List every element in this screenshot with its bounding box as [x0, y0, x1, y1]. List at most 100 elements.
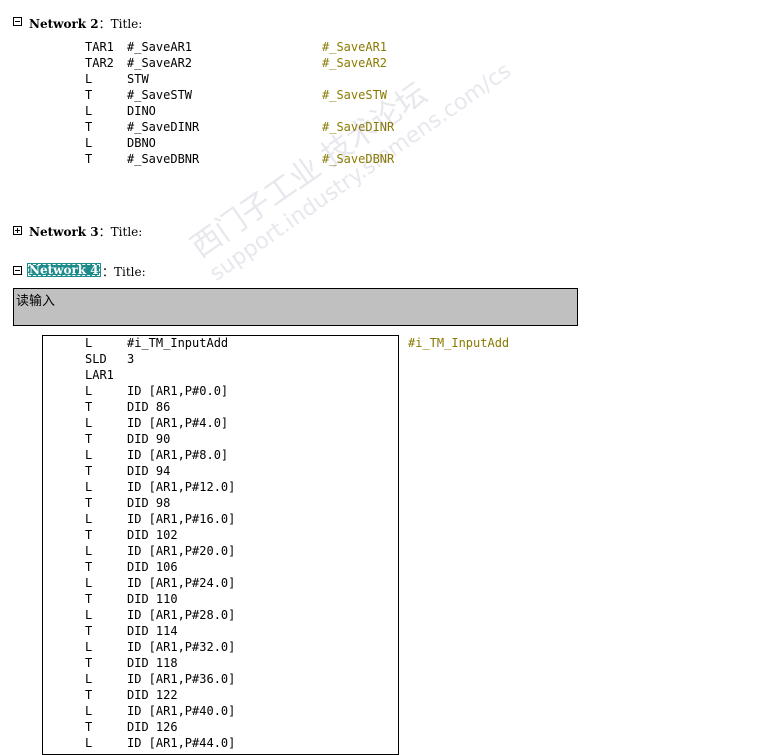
stl-operator: T: [85, 624, 93, 638]
stl-line[interactable]: L ID [AR1,P#40.0]: [0, 703, 775, 719]
stl-line[interactable]: T DID 110: [0, 591, 775, 607]
stl-symbol-comment: #_SaveAR1: [322, 40, 388, 54]
stl-line[interactable]: TAR1 #_SaveAR1 #_SaveAR1: [0, 39, 775, 55]
network-3-label: Network 3: [29, 225, 99, 239]
stl-line[interactable]: T DID 106: [0, 559, 775, 575]
stl-line[interactable]: L ID [AR1,P#24.0]: [0, 575, 775, 591]
stl-operator: T: [85, 464, 93, 478]
stl-operand: #i_TM_InputAdd: [127, 336, 229, 350]
stl-operator: L: [85, 640, 93, 654]
stl-operator: L: [85, 608, 93, 622]
stl-line[interactable]: T #_SaveDBNR #_SaveDBNR: [0, 151, 775, 167]
network-2-label: Network 2: [29, 17, 99, 31]
stl-operand: #_SaveAR2: [127, 56, 193, 70]
stl-operand: DID 90: [127, 432, 171, 446]
stl-operator: T: [85, 688, 93, 702]
stl-line[interactable]: L ID [AR1,P#44.0]: [0, 735, 775, 751]
stl-operand: DID 106: [127, 560, 178, 574]
collapse-network-2-icon[interactable]: [13, 17, 22, 26]
stl-line[interactable]: L ID [AR1,P#36.0]: [0, 671, 775, 687]
stl-operand: DID 114: [127, 624, 178, 638]
stl-operator: TAR2: [85, 56, 114, 70]
expand-network-3-icon[interactable]: [13, 226, 22, 235]
stl-operator: LAR1: [85, 368, 114, 382]
stl-line[interactable]: T DID 98: [0, 495, 775, 511]
stl-operand: STW: [127, 72, 149, 86]
stl-line[interactable]: L STW: [0, 71, 775, 87]
collapse-network-4-icon[interactable]: [13, 266, 22, 275]
network-2-header[interactable]: Network 2：Title:: [29, 15, 142, 32]
stl-operator: T: [85, 560, 93, 574]
stl-operator: T: [85, 152, 93, 166]
stl-operand: #_SaveSTW: [127, 88, 193, 102]
network-4-label[interactable]: Network 4: [27, 263, 101, 277]
stl-operator: T: [85, 528, 93, 542]
stl-operand: ID [AR1,P#40.0]: [127, 704, 236, 718]
stl-line[interactable]: L ID [AR1,P#8.0]: [0, 447, 775, 463]
network-4-comment[interactable]: 读输入: [13, 288, 578, 326]
stl-operator: L: [85, 336, 93, 350]
stl-symbol-comment: #_SaveAR2: [322, 56, 388, 70]
network-3-header[interactable]: Network 3：Title:: [29, 223, 142, 240]
stl-operand: ID [AR1,P#8.0]: [127, 448, 229, 462]
stl-operand: DID 102: [127, 528, 178, 542]
stl-line[interactable]: T #_SaveSTW #_SaveSTW: [0, 87, 775, 103]
stl-line[interactable]: L ID [AR1,P#4.0]: [0, 415, 775, 431]
stl-operator: L: [85, 704, 93, 718]
stl-line[interactable]: L ID [AR1,P#16.0]: [0, 511, 775, 527]
stl-operand: DID 86: [127, 400, 171, 414]
stl-operator: TAR1: [85, 40, 114, 54]
stl-line[interactable]: L DBNO: [0, 135, 775, 151]
stl-line[interactable]: T DID 122: [0, 687, 775, 703]
stl-line[interactable]: L ID [AR1,P#12.0]: [0, 479, 775, 495]
stl-operand: DID 118: [127, 656, 178, 670]
stl-line[interactable]: T DID 102: [0, 527, 775, 543]
stl-operand: DINO: [127, 104, 156, 118]
stl-operand: ID [AR1,P#28.0]: [127, 608, 236, 622]
stl-line[interactable]: SLD 3: [0, 351, 775, 367]
stl-operator: T: [85, 656, 93, 670]
stl-operand: ID [AR1,P#36.0]: [127, 672, 236, 686]
stl-symbol-comment: #_SaveDBNR: [322, 152, 395, 166]
stl-operator: L: [85, 72, 93, 86]
stl-line[interactable]: T DID 86: [0, 399, 775, 415]
stl-operator: L: [85, 672, 93, 686]
stl-line[interactable]: L ID [AR1,P#20.0]: [0, 543, 775, 559]
network-4-symbol-hint: #i_TM_InputAdd: [408, 336, 510, 350]
stl-line[interactable]: L ID [AR1,P#0.0]: [0, 383, 775, 399]
stl-operator: L: [85, 448, 93, 462]
stl-operator: L: [85, 136, 93, 150]
stl-operator: L: [85, 480, 93, 494]
stl-line[interactable]: TAR2 #_SaveAR2 #_SaveAR2: [0, 55, 775, 71]
stl-line[interactable]: L DINO: [0, 103, 775, 119]
stl-symbol-comment: #_SaveSTW: [322, 88, 388, 102]
stl-operand: DID 126: [127, 720, 178, 734]
stl-operator: T: [85, 720, 93, 734]
stl-operator: L: [85, 384, 93, 398]
stl-operand: ID [AR1,P#12.0]: [127, 480, 236, 494]
stl-operator: T: [85, 496, 93, 510]
stl-operand: ID [AR1,P#0.0]: [127, 384, 229, 398]
stl-operand: ID [AR1,P#24.0]: [127, 576, 236, 590]
stl-line[interactable]: T DID 118: [0, 655, 775, 671]
stl-line[interactable]: LAR1: [0, 367, 775, 383]
stl-line[interactable]: T DID 94: [0, 463, 775, 479]
stl-line[interactable]: T DID 126: [0, 719, 775, 735]
stl-symbol-comment: #_SaveDINR: [322, 120, 395, 134]
stl-line[interactable]: L ID [AR1,P#32.0]: [0, 639, 775, 655]
stl-operator: L: [85, 576, 93, 590]
stl-line[interactable]: T DID 90: [0, 431, 775, 447]
network-4-title-text: ：Title:: [102, 265, 146, 279]
stl-line[interactable]: T DID 114: [0, 623, 775, 639]
stl-line[interactable]: L #i_TM_InputAdd: [0, 335, 775, 351]
stl-operator: L: [85, 512, 93, 526]
stl-operand: #_SaveDBNR: [127, 152, 200, 166]
network-2-title: ：Title:: [98, 17, 143, 31]
stl-operator: L: [85, 544, 93, 558]
stl-operator: T: [85, 88, 93, 102]
stl-line[interactable]: L ID [AR1,P#28.0]: [0, 607, 775, 623]
stl-operand: 3: [127, 352, 135, 366]
stl-operator: L: [85, 416, 93, 430]
stl-operator: L: [85, 736, 93, 750]
stl-line[interactable]: T #_SaveDINR #_SaveDINR: [0, 119, 775, 135]
